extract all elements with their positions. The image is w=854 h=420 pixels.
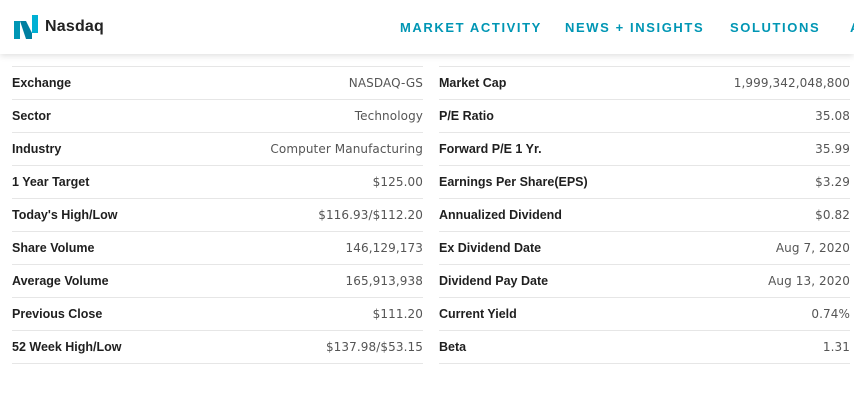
row-value: $125.00 bbox=[372, 175, 423, 189]
row-label: Industry bbox=[12, 142, 62, 156]
main-nav: MARKET ACTIVITY NEWS + INSIGHTS SOLUTION… bbox=[400, 20, 854, 40]
row-value: Computer Manufacturing bbox=[270, 142, 423, 156]
nav-solutions[interactable]: SOLUTIONS bbox=[730, 20, 820, 35]
table-row: Share Volume 146,129,173 bbox=[12, 232, 423, 265]
row-value: Aug 7, 2020 bbox=[775, 241, 850, 255]
nav-item-truncated[interactable]: A bbox=[850, 20, 854, 35]
row-value: Technology bbox=[354, 109, 423, 123]
table-row: Forward P/E 1 Yr. 35.99 bbox=[439, 133, 850, 166]
summary-table-right: Market Cap 1,999,342,048,800 P/E Ratio 3… bbox=[439, 66, 850, 364]
row-label: P/E Ratio bbox=[439, 109, 494, 123]
row-label: Beta bbox=[439, 340, 467, 354]
row-value: 1.31 bbox=[822, 340, 850, 354]
row-label: Share Volume bbox=[12, 241, 95, 255]
row-value: 0.74% bbox=[811, 307, 850, 321]
row-value: $116.93/$112.20 bbox=[318, 208, 423, 222]
row-label: Forward P/E 1 Yr. bbox=[439, 142, 542, 156]
nav-market-activity[interactable]: MARKET ACTIVITY bbox=[400, 20, 542, 35]
table-row: Current Yield 0.74% bbox=[439, 298, 850, 331]
table-row: Market Cap 1,999,342,048,800 bbox=[439, 67, 850, 100]
brand-name: Nasdaq bbox=[45, 18, 104, 35]
row-value: 165,913,938 bbox=[345, 274, 423, 288]
table-row: Earnings Per Share(EPS) $3.29 bbox=[439, 166, 850, 199]
row-label: 1 Year Target bbox=[12, 175, 90, 189]
table-row: Industry Computer Manufacturing bbox=[12, 133, 423, 166]
table-row: Sector Technology bbox=[12, 100, 423, 133]
row-value: $111.20 bbox=[372, 307, 423, 321]
row-value: 35.99 bbox=[815, 142, 850, 156]
row-label: Today's High/Low bbox=[12, 208, 118, 222]
nav-news-insights[interactable]: NEWS + INSIGHTS bbox=[565, 20, 704, 35]
row-label: Sector bbox=[12, 109, 51, 123]
site-header: Nasdaq MARKET ACTIVITY NEWS + INSIGHTS S… bbox=[0, 0, 854, 54]
row-label: Market Cap bbox=[439, 76, 507, 90]
table-row: 1 Year Target $125.00 bbox=[12, 166, 423, 199]
row-label: Earnings Per Share(EPS) bbox=[439, 175, 588, 189]
table-row: 52 Week High/Low $137.98/$53.15 bbox=[12, 331, 423, 364]
table-row: Exchange NASDAQ-GS bbox=[12, 67, 423, 100]
row-value: Aug 13, 2020 bbox=[768, 274, 850, 288]
summary-table-left: Exchange NASDAQ-GS Sector Technology Ind… bbox=[12, 66, 423, 364]
row-value: $137.98/$53.15 bbox=[325, 340, 423, 354]
table-row: Annualized Dividend $0.82 bbox=[439, 199, 850, 232]
row-label: Previous Close bbox=[12, 307, 103, 321]
table-row: Ex Dividend Date Aug 7, 2020 bbox=[439, 232, 850, 265]
row-value: 146,129,173 bbox=[345, 241, 423, 255]
row-label: Current Yield bbox=[439, 307, 517, 321]
row-value: 1,999,342,048,800 bbox=[733, 76, 850, 90]
table-row: Average Volume 165,913,938 bbox=[12, 265, 423, 298]
row-value: $0.82 bbox=[815, 208, 850, 222]
table-row: Beta 1.31 bbox=[439, 331, 850, 364]
row-value: $3.29 bbox=[815, 175, 850, 189]
nasdaq-logo-icon bbox=[14, 15, 38, 39]
row-label: Ex Dividend Date bbox=[439, 241, 542, 255]
row-label: Average Volume bbox=[12, 274, 109, 288]
nasdaq-logo[interactable]: Nasdaq bbox=[12, 13, 104, 41]
table-row: Dividend Pay Date Aug 13, 2020 bbox=[439, 265, 850, 298]
row-value: 35.08 bbox=[815, 109, 850, 123]
row-label: Dividend Pay Date bbox=[439, 274, 549, 288]
row-label: Annualized Dividend bbox=[439, 208, 562, 222]
table-row: Today's High/Low $116.93/$112.20 bbox=[12, 199, 423, 232]
row-value: NASDAQ-GS bbox=[348, 76, 423, 90]
table-row: Previous Close $111.20 bbox=[12, 298, 423, 331]
row-label: Exchange bbox=[12, 76, 72, 90]
table-row: P/E Ratio 35.08 bbox=[439, 100, 850, 133]
row-label: 52 Week High/Low bbox=[12, 340, 122, 354]
